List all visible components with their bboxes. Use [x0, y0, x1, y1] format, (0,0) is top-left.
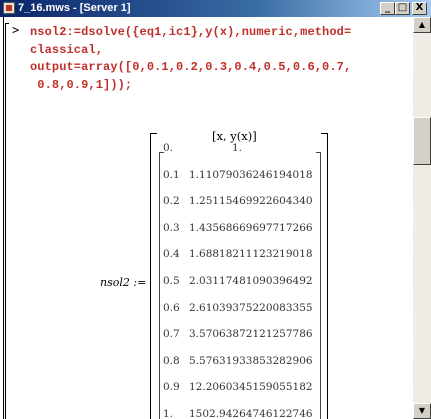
- matrix-y-cell: 1.43568669697717266: [189, 221, 313, 234]
- window-title: 7_16.mws - [Server 1]: [18, 2, 131, 14]
- matrix-x-cell: 0.8: [163, 354, 180, 367]
- input-prompt: >: [12, 23, 20, 37]
- scroll-up-button[interactable]: ▲: [413, 17, 431, 33]
- scroll-down-button[interactable]: ▼: [413, 403, 431, 419]
- matrix-x-cell: 0.6: [163, 301, 180, 314]
- window-edge: [3, 17, 4, 419]
- matrix-y-cell: 1.: [232, 142, 243, 154]
- matrix-y-cell: 1.1107903624619401​8: [189, 168, 313, 181]
- worksheet-icon: [3, 2, 15, 14]
- matrix-bracket-left: [150, 133, 157, 419]
- matrix-x-cell: 0.7: [163, 328, 180, 341]
- matrix-x-cell: 0.3: [163, 221, 180, 234]
- output-label: nsol2 :=: [100, 276, 147, 289]
- close-button[interactable]: X: [412, 2, 427, 15]
- matrix-y-cell: 12.2060345159055182: [189, 381, 313, 394]
- matrix-x-cell: 0.2: [163, 195, 180, 208]
- matrix-y-cell: 1.68818211123219018: [189, 248, 313, 261]
- matrix-x-cell: 0.9: [163, 381, 180, 394]
- scrollbar-track[interactable]: [413, 33, 431, 403]
- matrix-y-cell: 2.61039375220083355: [189, 301, 313, 314]
- input-command[interactable]: nsol2:=dsolve({eq1,ic1},y(x),numeric,met…: [30, 24, 351, 94]
- matrix-x-cell: 0.5: [163, 275, 180, 287]
- matrix-x-cell: 0.: [163, 142, 174, 154]
- matrix-x-cell: 1.: [163, 408, 174, 419]
- matrix-y-cell: 1.25115469922604340: [189, 195, 313, 208]
- input-line: nsol2:=dsolve({eq1,ic1},y(x),numeric,met…: [30, 25, 352, 39]
- matrix-y-cell: 3.57063872121257786: [189, 328, 313, 341]
- matrix-header: [x, y(x)]: [212, 129, 257, 143]
- matrix-x-cell: 0.4: [163, 248, 180, 261]
- maximize-button[interactable]: □: [395, 2, 410, 15]
- vertical-scrollbar[interactable]: ▲ ▼: [413, 17, 431, 419]
- worksheet-area[interactable]: > nsol2:=dsolve({eq1,ic1},y(x),numeric,m…: [0, 17, 413, 419]
- matrix-x-cell: 0.1: [163, 168, 180, 181]
- execution-group-bracket[interactable]: [5, 23, 9, 419]
- matrix-y-cell: 5.57631933853282906: [189, 354, 313, 367]
- matrix-y-cell: 2.03117481090396492: [189, 275, 313, 287]
- matrix-y-cell: 1502.94264746122746: [189, 408, 313, 419]
- scrollbar-thumb[interactable]: [413, 117, 431, 165]
- input-line: classical,: [30, 42, 104, 57]
- input-line: output=array([0,0.1,0.2,0.3,0.4,0.5,0.6,…: [30, 60, 352, 74]
- matrix-bracket-right: [321, 133, 328, 419]
- inner-bracket-right: [316, 152, 321, 419]
- input-line: 0.8,0.9,1]));: [30, 77, 133, 92]
- title-bar[interactable]: 7_16.mws - [Server 1] _ □ X: [0, 0, 431, 17]
- minimize-button[interactable]: _: [380, 2, 395, 15]
